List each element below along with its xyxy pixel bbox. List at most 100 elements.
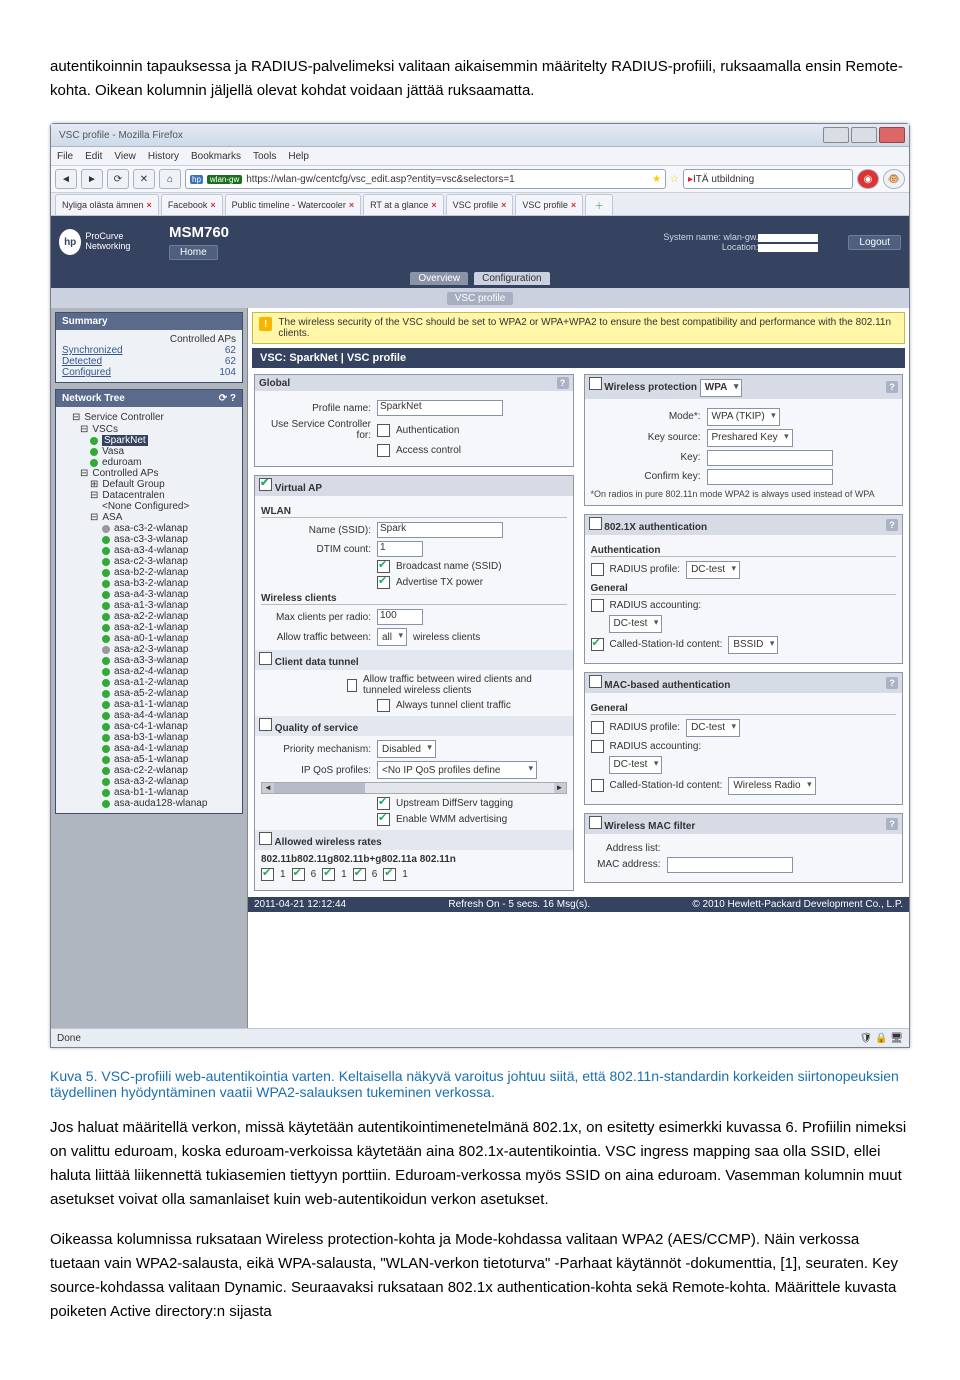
advtx-checkbox[interactable] — [377, 576, 390, 589]
rate-cb[interactable] — [292, 868, 305, 881]
asa-item[interactable]: asa-a1-1-wlanap — [114, 699, 189, 710]
vscs-node[interactable]: VSCs — [92, 424, 118, 435]
help-icon[interactable]: ? — [886, 677, 898, 689]
asa-item[interactable]: asa-b3-2-wlanap — [114, 578, 189, 589]
dot1x-checkbox[interactable] — [589, 517, 602, 530]
macrp-checkbox[interactable] — [591, 721, 604, 734]
cap-node[interactable]: Controlled APs — [92, 468, 158, 479]
logout-button[interactable]: Logout — [848, 235, 901, 250]
wmm-checkbox[interactable] — [377, 813, 390, 826]
asa-item[interactable]: asa-a3-4-wlanap — [114, 545, 189, 556]
ra-checkbox[interactable] — [591, 599, 604, 612]
auth-checkbox[interactable] — [377, 424, 390, 437]
reload-button[interactable]: ⟳ — [107, 169, 129, 189]
confirmkey-input[interactable] — [707, 469, 833, 485]
wp-checkbox[interactable] — [589, 377, 602, 390]
menu-file[interactable]: File — [57, 151, 73, 162]
ra-select[interactable]: DC-test — [609, 615, 663, 633]
tab-close-icon[interactable]: × — [571, 200, 576, 210]
close-button[interactable] — [879, 127, 905, 143]
dc-node[interactable]: Datacentralen — [102, 490, 164, 501]
asa-item[interactable]: asa-a0-1-wlanap — [114, 633, 189, 644]
search-input[interactable]: ▸ ITÄ utbildning — [683, 169, 853, 189]
collapse-icon[interactable]: ⊟ — [90, 512, 98, 523]
menu-view[interactable]: View — [114, 151, 136, 162]
qos-checkbox[interactable] — [259, 718, 272, 731]
adblock-icon[interactable]: ◉ — [857, 169, 879, 189]
vsc-profile-subtab[interactable]: VSC profile — [447, 292, 514, 305]
csi-select[interactable]: BSSID — [728, 636, 778, 654]
rate-cb[interactable] — [322, 868, 335, 881]
cdt2-checkbox[interactable] — [377, 699, 390, 712]
tab-close-icon[interactable]: × — [431, 200, 436, 210]
rate-cb[interactable] — [261, 868, 274, 881]
macra-select[interactable]: DC-test — [609, 756, 663, 774]
mac-checkbox[interactable] — [589, 675, 602, 688]
overview-tab[interactable]: Overview — [410, 272, 468, 285]
ssid-input[interactable]: Spark — [377, 522, 503, 538]
asa-item[interactable]: asa-a2-1-wlanap — [114, 622, 189, 633]
asa-item[interactable]: asa-a2-4-wlanap — [114, 666, 189, 677]
rp-select[interactable]: DC-test — [686, 561, 740, 579]
ks-select[interactable]: Preshared Key — [707, 429, 793, 447]
asa-item[interactable]: asa-c3-2-wlanap — [114, 523, 188, 534]
tab-2[interactable]: Facebook× — [161, 194, 223, 215]
access-checkbox[interactable] — [377, 444, 390, 457]
menu-edit[interactable]: Edit — [85, 151, 102, 162]
mode-select[interactable]: WPA (TKIP) — [707, 408, 780, 426]
macra-checkbox[interactable] — [591, 740, 604, 753]
maccsi-checkbox[interactable] — [591, 779, 604, 792]
configured-link[interactable]: Configured — [62, 367, 111, 378]
tab-5[interactable]: VSC profile× — [446, 194, 514, 215]
asa-item[interactable]: asa-a2-3-wlanap — [114, 644, 189, 655]
collapse-icon[interactable]: ⊟ — [72, 412, 80, 423]
monkey-icon[interactable]: 🐵 — [883, 169, 905, 189]
asa-item[interactable]: asa-a3-3-wlanap — [114, 655, 189, 666]
vsc-eduroam[interactable]: eduroam — [102, 457, 141, 468]
menu-history[interactable]: History — [148, 151, 179, 162]
bookmark-star-icon[interactable]: ★ — [652, 174, 661, 185]
tab-close-icon[interactable]: × — [501, 200, 506, 210]
asa-item[interactable]: asa-a2-2-wlanap — [114, 611, 189, 622]
tab-4[interactable]: RT at a glance× — [363, 194, 443, 215]
h-scrollbar[interactable]: ◄► — [261, 782, 567, 794]
stop-button[interactable]: ✕ — [133, 169, 155, 189]
asa-item[interactable]: asa-auda128-wlanap — [114, 798, 207, 809]
minimize-button[interactable] — [823, 127, 849, 143]
menu-help[interactable]: Help — [288, 151, 309, 162]
defgroup-node[interactable]: Default Group — [102, 479, 164, 490]
synch-link[interactable]: Synchronized — [62, 345, 123, 356]
maxclients-input[interactable]: 100 — [377, 609, 423, 625]
maximize-button[interactable] — [851, 127, 877, 143]
macaddr-input[interactable] — [667, 857, 793, 873]
url-bar[interactable]: hp wlan-gw https://wlan-gw/centcfg/vsc_e… — [185, 169, 666, 189]
new-tab-button[interactable]: ＋ — [585, 194, 613, 215]
diffserv-checkbox[interactable] — [377, 797, 390, 810]
rate-cb[interactable] — [353, 868, 366, 881]
key-input[interactable] — [707, 450, 833, 466]
tab-close-icon[interactable]: × — [349, 200, 354, 210]
google-star-icon[interactable]: ☆ — [670, 174, 679, 185]
collapse-icon[interactable]: ⊟ — [80, 424, 88, 435]
asa-item[interactable]: asa-c2-3-wlanap — [114, 556, 188, 567]
csi-checkbox[interactable] — [591, 638, 604, 651]
sc-node[interactable]: Service Controller — [84, 412, 163, 423]
rate-cb[interactable] — [383, 868, 396, 881]
asa-item[interactable]: asa-b2-2-wlanap — [114, 567, 189, 578]
wp-select[interactable]: WPA — [700, 379, 743, 397]
vsc-vasa[interactable]: Vasa — [102, 446, 124, 457]
maccsi-select[interactable]: Wireless Radio — [728, 777, 815, 795]
collapse-icon[interactable]: ⊟ — [90, 490, 98, 501]
cdt-checkbox[interactable] — [259, 652, 272, 665]
asa-item[interactable]: asa-a4-3-wlanap — [114, 589, 189, 600]
tab-close-icon[interactable]: × — [210, 200, 215, 210]
tab-close-icon[interactable]: × — [147, 200, 152, 210]
asa-item[interactable]: asa-a1-3-wlanap — [114, 600, 189, 611]
rates-checkbox[interactable] — [259, 832, 272, 845]
asa-item[interactable]: asa-c4-1-wlanap — [114, 721, 188, 732]
menu-tools[interactable]: Tools — [253, 151, 276, 162]
rp-checkbox[interactable] — [591, 563, 604, 576]
help-icon[interactable]: ? — [886, 519, 898, 531]
asa-item[interactable]: asa-a3-2-wlanap — [114, 776, 189, 787]
dtim-input[interactable]: 1 — [377, 541, 423, 557]
